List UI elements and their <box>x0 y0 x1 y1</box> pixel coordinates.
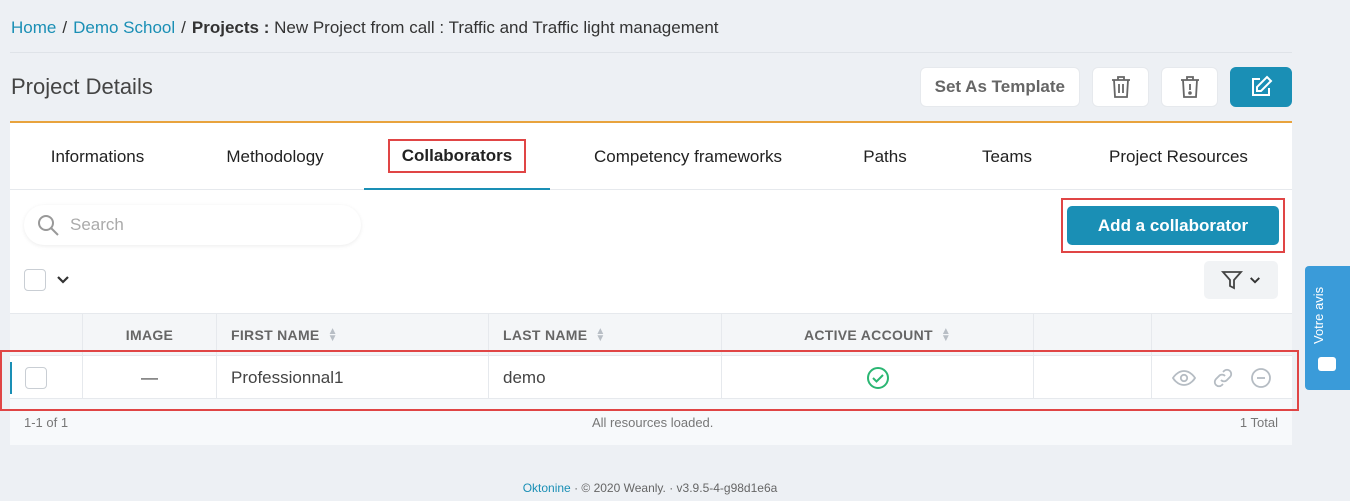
project-toolbar: Set As Template <box>919 67 1292 107</box>
feedback-tab[interactable]: Votre avis <box>1305 266 1350 390</box>
breadcrumb-current: New Project from call : Traffic and Traf… <box>274 18 719 37</box>
select-all <box>24 269 70 291</box>
edit-button[interactable] <box>1230 67 1292 107</box>
footer-version: v3.9.5-4-g98d1e6a <box>676 481 778 495</box>
set-as-template-button[interactable]: Set As Template <box>919 67 1080 107</box>
tab-informations[interactable]: Informations <box>10 123 185 190</box>
filter-icon <box>1221 271 1243 290</box>
tab-methodology[interactable]: Methodology <box>185 123 365 190</box>
tab-collaborators[interactable]: Collaborators <box>364 123 550 190</box>
breadcrumb-separator: / <box>62 18 68 37</box>
project-card: Informations Methodology Collaborators C… <box>0 121 1299 445</box>
footer-brand-link[interactable]: Oktonine <box>523 481 571 495</box>
breadcrumb-school-link[interactable]: Demo School <box>73 18 175 37</box>
pagination-range: 1-1 of 1 <box>24 415 69 430</box>
delete-button[interactable] <box>1092 67 1149 107</box>
divider <box>10 52 1292 53</box>
tab-competency-frameworks[interactable]: Competency frameworks <box>550 123 826 190</box>
breadcrumb-home-link[interactable]: Home <box>11 18 56 37</box>
footer-copyright: © 2020 Weanly. <box>581 481 666 495</box>
tab-teams[interactable]: Teams <box>944 123 1070 190</box>
load-status: All resources loaded. <box>592 415 714 430</box>
footer-separator: · <box>669 481 677 495</box>
filter-button[interactable] <box>1204 261 1278 299</box>
add-collaborator-highlight: Add a collaborator <box>1061 198 1285 253</box>
edit-icon <box>1252 75 1273 96</box>
select-all-checkbox[interactable] <box>24 269 46 291</box>
page-title: Project Details <box>11 74 153 99</box>
total-count: 1 Total <box>1239 415 1278 430</box>
search-input[interactable] <box>70 215 320 235</box>
search-icon <box>38 215 59 236</box>
breadcrumb-separator: / <box>181 18 186 37</box>
archive-button[interactable] <box>1161 67 1218 107</box>
sort-icon: ▲ ▼ <box>940 326 952 344</box>
breadcrumb: Home / Demo School / Projects : New Project … <box>11 18 719 38</box>
sort-icon: ▲ ▼ <box>327 326 338 344</box>
tab-paths[interactable]: Paths <box>826 123 944 190</box>
trash-icon <box>1111 76 1130 98</box>
sort-icon: ▲ ▼ <box>595 326 606 344</box>
smiley-icon <box>1318 357 1336 371</box>
collaborators-table: IMAGE FIRST NAME ▲ ▼ LAST NAME ▲ ▼ ACTIVE AC… <box>0 313 1299 445</box>
row-highlight <box>0 350 1299 411</box>
page-footer: Oktonine · © 2020 Weanly. · v3.9.5-4-g98… <box>0 481 1300 495</box>
tab-project-resources[interactable]: Project Resources <box>1070 123 1287 190</box>
add-collaborator-button[interactable]: Add a collaborator <box>1067 206 1279 245</box>
trash-alert-icon <box>1180 76 1199 98</box>
tab-collaborators-label: Collaborators <box>387 138 527 173</box>
project-tabs: Informations Methodology Collaborators C… <box>10 123 1292 190</box>
feedback-label: Votre avis <box>1311 286 1326 344</box>
chevron-down-icon <box>1250 276 1260 284</box>
search-box <box>24 205 361 245</box>
chevron-down-icon[interactable] <box>56 275 70 285</box>
breadcrumb-section: Projects : <box>191 18 270 37</box>
